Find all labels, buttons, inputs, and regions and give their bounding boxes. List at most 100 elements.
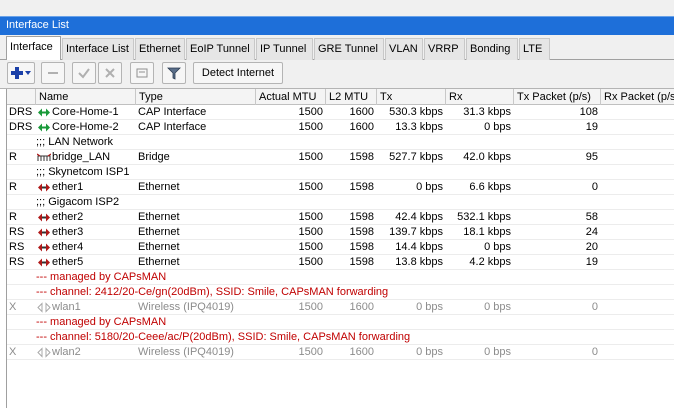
comment-text: ;;; Gigacom ISP2 (36, 196, 120, 208)
col-actual-mtu[interactable]: Actual MTU (256, 89, 326, 105)
tab-interface[interactable]: Interface (6, 36, 61, 61)
cell-tx: 0 bps (416, 301, 443, 313)
cell-tx: 139.7 kbps (389, 226, 443, 238)
cell-txp: 0 (591, 181, 598, 193)
interface-row[interactable]: Rbridge_LAN Bridge 1500 1598 527.7 kbps 42.0 … (7, 150, 674, 165)
interface-row[interactable]: Xwlan2 Wireless (IPQ4019) 1500 1600 0 bps 0 b… (7, 345, 674, 360)
interface-row[interactable]: Rether2 Ethernet 1500 1598 42.4 kbps 532.1 kb… (7, 210, 674, 225)
interface-row[interactable]: Xwlan1 Wireless (IPQ4019) 1500 1600 0 bps 0 b… (7, 300, 674, 315)
cell-type: Wireless (IPQ4019) (138, 301, 234, 313)
cell-type: CAP Interface (138, 106, 207, 118)
comment-text: ;;; Skynetcom ISP1 (36, 166, 130, 178)
col-l2-mtu[interactable]: L2 MTU (326, 89, 377, 105)
cell-mtu: 1500 (298, 346, 323, 358)
minus-icon (48, 72, 58, 74)
comment-row[interactable]: ;;; Gigacom ISP2 (7, 195, 674, 210)
cell-mtu: 1500 (298, 226, 323, 238)
cell-rx: 42.0 kbps (463, 151, 511, 163)
cell-flags: RS (9, 241, 25, 253)
col-rx-packet[interactable]: Rx Packet (p/s (601, 89, 674, 105)
tab-ip-tunnel[interactable]: IP Tunnel (256, 38, 313, 60)
disable-button[interactable] (98, 62, 122, 84)
comment-row[interactable]: --- managed by CAPsMAN (7, 315, 674, 330)
comment-text: --- managed by CAPsMAN (36, 271, 167, 283)
detect-internet-button[interactable]: Detect Internet (193, 62, 283, 84)
comment-row[interactable]: --- channel: 5180/20-Ceee/ac/P(20dBm), S… (7, 330, 674, 345)
cell-name: bridge_LAN (52, 151, 111, 163)
col-tx[interactable]: Tx (377, 89, 446, 105)
cell-name: ether5 (52, 256, 84, 268)
cell-rx: 0 bps (484, 346, 511, 358)
table-header: Name Type Actual MTU L2 MTU Tx Rx Tx Pac… (7, 89, 674, 105)
cell-flags: R (9, 211, 17, 223)
col-type[interactable]: Type (136, 89, 256, 105)
plus-icon (11, 67, 31, 79)
col-tx-packet[interactable]: Tx Packet (p/s) (514, 89, 601, 105)
interface-row[interactable]: DRS Core-Home-2 CAP Interface 1500 1600 13.3 … (7, 120, 674, 135)
cell-type: Ethernet (138, 181, 180, 193)
cell-rx: 0 bps (484, 121, 511, 133)
cell-type: Ethernet (138, 241, 180, 253)
cell-rxp (601, 255, 674, 270)
tab-gre-tunnel[interactable]: GRE Tunnel (314, 38, 384, 60)
comment-text: --- managed by CAPsMAN (36, 316, 167, 328)
comment-row[interactable]: ;;; Skynetcom ISP1 (7, 165, 674, 180)
cell-tx: 13.8 kbps (395, 256, 443, 268)
tab-bonding[interactable]: Bonding (466, 38, 518, 60)
cell-type: Wireless (IPQ4019) (138, 346, 234, 358)
window-titlebar: Interface List (0, 0, 674, 35)
col-name[interactable]: Name (36, 89, 136, 105)
cap-interface-icon (38, 123, 50, 132)
interface-row[interactable]: RS ether3 Ethernet 1500 1598 139.7 kbps 18.1 k… (7, 225, 674, 240)
col-rx[interactable]: Rx (446, 89, 514, 105)
interface-row[interactable]: RS ether5 Ethernet 1500 1598 13.8 kbps 4.2 kbp… (7, 255, 674, 270)
cell-flags: RS (9, 256, 25, 268)
cell-type: Ethernet (138, 256, 180, 268)
cell-flags: DRS (9, 121, 33, 133)
ethernet-icon (38, 213, 50, 222)
cell-tx: 14.4 kbps (395, 241, 443, 253)
cell-rxp (601, 150, 674, 165)
add-button[interactable] (7, 62, 35, 84)
tab-interface-list[interactable]: Interface List (62, 38, 134, 60)
filter-button[interactable] (162, 62, 186, 84)
comment-row[interactable]: --- managed by CAPsMAN (7, 270, 674, 285)
enable-button[interactable] (72, 62, 96, 84)
filter-icon (167, 67, 181, 80)
cell-name: Core-Home-2 (52, 121, 119, 133)
cell-l2mtu: 1600 (349, 106, 374, 118)
tab-bar: Interface Interface List Ethernet EoIP T… (0, 35, 674, 61)
cell-mtu: 1500 (298, 256, 323, 268)
cell-type: Bridge (138, 151, 170, 163)
comment-text: --- channel: 5180/20-Ceee/ac/P(20dBm), S… (36, 331, 411, 343)
tab-eoip-tunnel[interactable]: EoIP Tunnel (186, 38, 255, 60)
interface-row[interactable]: DRS Core-Home-1 CAP Interface 1500 1600 530.3… (7, 105, 674, 120)
cap-interface-icon (38, 108, 50, 117)
cell-type: Ethernet (138, 226, 180, 238)
interface-row[interactable]: RS ether4 Ethernet 1500 1598 14.4 kbps 0 bps 20 (7, 240, 674, 255)
cell-rxp (601, 345, 674, 360)
tab-vrrp[interactable]: VRRP (424, 38, 465, 60)
cell-txp: 24 (585, 226, 598, 238)
cell-name: Core-Home-1 (52, 106, 119, 118)
comment-row[interactable]: ;;; LAN Network (7, 135, 674, 150)
cell-txp: 20 (585, 241, 598, 253)
bridge-icon (37, 153, 51, 161)
tab-vlan[interactable]: VLAN (385, 38, 423, 60)
cell-mtu: 1500 (298, 301, 323, 313)
cell-l2mtu: 1598 (349, 211, 374, 223)
title-strip[interactable]: Interface List (0, 16, 674, 35)
interface-row[interactable]: Rether1 Ethernet 1500 1598 0 bps 6.6 kbps 0 (7, 180, 674, 195)
tab-ethernet[interactable]: Ethernet (135, 38, 185, 60)
window-title: Interface List (6, 19, 69, 31)
cell-flags: R (9, 151, 17, 163)
checkmark-icon (78, 68, 90, 79)
cell-rxp (601, 210, 674, 225)
col-flags[interactable] (7, 89, 36, 105)
remove-button[interactable] (41, 62, 65, 84)
cell-txp: 19 (585, 121, 598, 133)
comment-button[interactable] (130, 62, 154, 84)
comment-text: ;;; LAN Network (36, 136, 114, 148)
tab-lte[interactable]: LTE (519, 38, 550, 60)
comment-row[interactable]: --- channel: 2412/20-Ce/gn(20dBm), SSID:… (7, 285, 674, 300)
